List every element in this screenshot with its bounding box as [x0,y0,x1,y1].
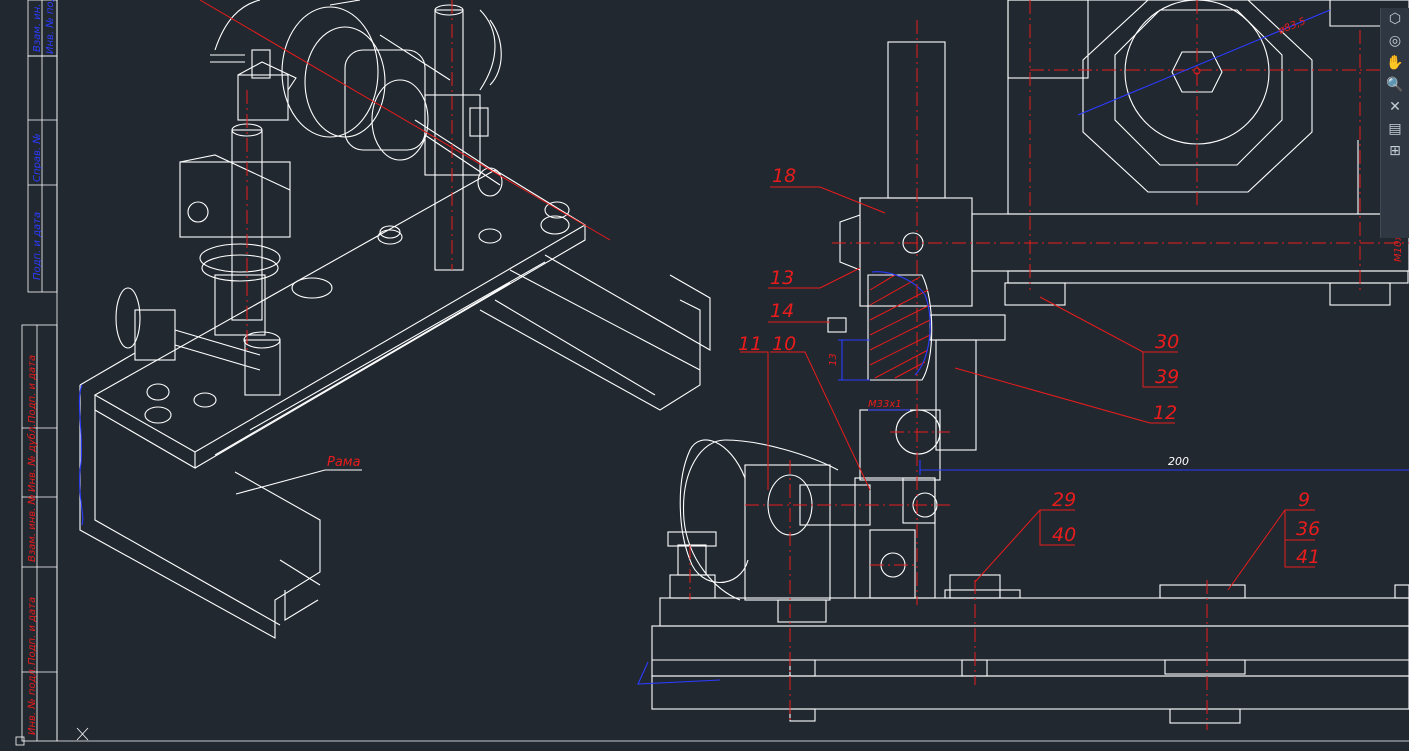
diameter-dimension: ø83,5 [1276,16,1307,37]
steering-wheel-icon[interactable]: ◎ [1381,30,1409,52]
callout-13: 13 [770,267,794,289]
title-row1: Инв. № подл. [27,666,38,735]
callout-39: 39 [1155,366,1179,388]
title-mid-b: Справ. № [32,133,43,182]
title-mid-a: Подп. и дата [32,212,43,280]
callout-12: 12 [1153,402,1177,424]
callout-41: 41 [1296,546,1320,568]
callout-10: 10 [772,333,796,355]
layout-icon[interactable]: ⊞ [1381,140,1409,162]
navigation-bar: ⬡ ◎ ✋ 🔍 ✕ ▤ ⊞ [1380,8,1409,238]
title-row4: Инв. № дубл. [26,424,38,492]
isometric-view [78,0,711,639]
front-view [637,0,1409,724]
callout-40: 40 [1052,524,1076,546]
pan-hand-icon[interactable]: ✋ [1381,52,1409,74]
zoom-icon[interactable]: 🔍 [1381,74,1409,96]
callout-36: 36 [1296,518,1320,540]
title-top-b: Инв. № подл. [45,0,56,54]
callout-11: 11 [738,333,762,355]
title-row3: Взам. инв. № [27,494,38,562]
orbit-icon[interactable]: ✕ [1381,96,1409,118]
centerlines [689,0,1409,730]
callout-29: 29 [1052,489,1076,511]
cad-drawing-canvas[interactable]: Взам. ин. Инв. № подл. Подп. и дата Спра… [0,0,1409,751]
frame-leader-line [235,469,362,495]
title-row5: Подп. и дата [27,355,38,423]
viewcube-icon[interactable]: ⬡ [1381,8,1409,30]
callout-9: 9 [1298,489,1310,511]
callout-leaders [740,186,1315,591]
height-dimension: 13 [828,353,839,366]
callout-18: 18 [772,165,796,187]
callout-14: 14 [770,300,794,322]
frame-label: Рама [327,455,361,470]
length-dimension: 200 [1168,455,1189,468]
showmotion-icon[interactable]: ▤ [1381,118,1409,140]
thread-dimension: M33x1 [868,399,902,410]
callout-30: 30 [1155,331,1179,353]
title-top-a: Взам. ин. [32,4,43,52]
title-block-strip [21,0,1409,742]
title-row2: Подп. и дата [27,597,38,665]
